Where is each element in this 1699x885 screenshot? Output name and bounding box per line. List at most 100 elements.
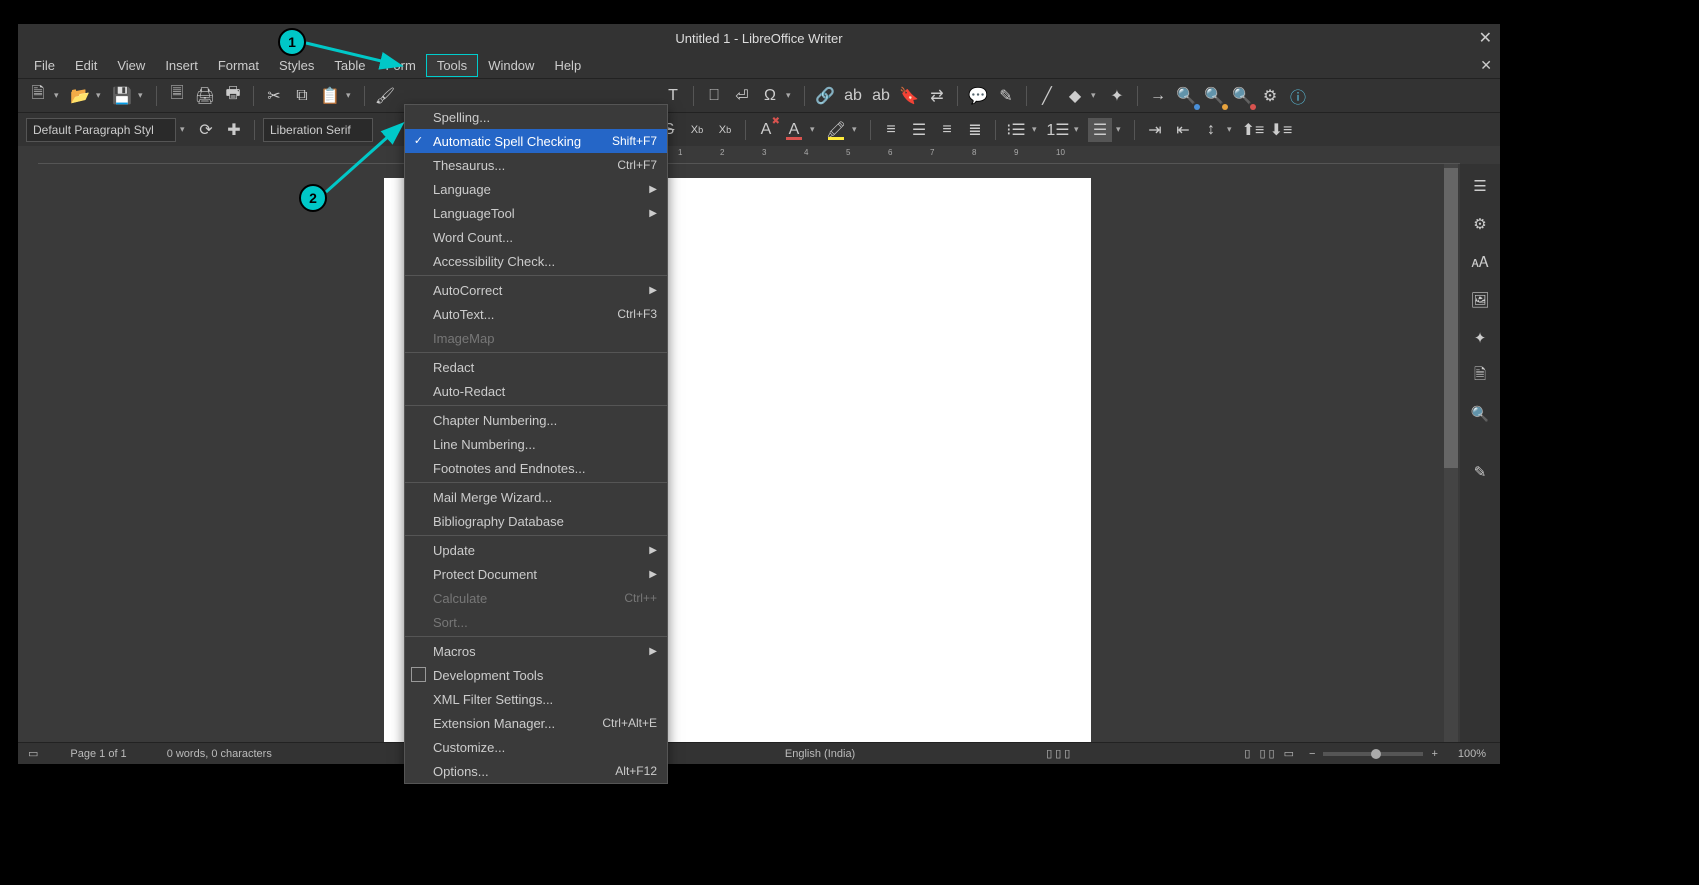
menu-item-auto-redact[interactable]: Auto-Redact: [405, 379, 667, 403]
menu-file[interactable]: File: [24, 55, 65, 76]
draw-icon[interactable]: ✦: [1105, 84, 1129, 108]
nav2-icon[interactable]: 🔍: [1202, 84, 1226, 108]
sidebar-inspector-icon[interactable]: 🔍: [1468, 402, 1492, 426]
font-name-combo[interactable]: Liberation Serif: [263, 118, 373, 142]
section-icon[interactable]: ⎕: [702, 84, 726, 108]
paragraph-style-combo[interactable]: Default Paragraph Styl: [26, 118, 176, 142]
sidebar-menu-icon[interactable]: ☰: [1468, 174, 1492, 198]
footnote-icon[interactable]: ab: [841, 84, 865, 108]
align-center-icon[interactable]: ☰: [907, 118, 931, 142]
menu-item-language[interactable]: Language▶: [405, 177, 667, 201]
status-zoom[interactable]: 100%: [1438, 748, 1490, 760]
menu-item-redact[interactable]: Redact: [405, 355, 667, 379]
highlight-dropdown[interactable]: ▾: [852, 124, 862, 135]
menu-item-autotext[interactable]: AutoText...Ctrl+F3: [405, 302, 667, 326]
menu-edit[interactable]: Edit: [65, 55, 107, 76]
style-dropdown[interactable]: ▾: [180, 124, 190, 135]
sidebar-styles-icon[interactable]: 🗚: [1468, 250, 1492, 274]
bullet-dropdown[interactable]: ▾: [1032, 124, 1042, 135]
scroll-thumb[interactable]: [1444, 168, 1458, 468]
menu-item-line-numbering[interactable]: Line Numbering...: [405, 432, 667, 456]
menu-item-chapter-numbering[interactable]: Chapter Numbering...: [405, 408, 667, 432]
track-changes-icon[interactable]: ✎: [994, 84, 1018, 108]
outline-dropdown[interactable]: ▾: [1116, 124, 1126, 135]
shapes-dropdown[interactable]: ▾: [1091, 90, 1101, 101]
menu-item-automatic-spell-checking[interactable]: ✓Automatic Spell CheckingShift+F7: [405, 129, 667, 153]
endnote-icon[interactable]: ab: [869, 84, 893, 108]
menu-item-bibliography-database[interactable]: Bibliography Database: [405, 509, 667, 533]
align-justify-icon[interactable]: ≣: [963, 118, 987, 142]
menu-item-spelling[interactable]: Spelling...: [405, 105, 667, 129]
line-spacing-icon[interactable]: ↕: [1199, 118, 1223, 142]
vertical-scrollbar[interactable]: [1444, 164, 1458, 742]
new-dropdown[interactable]: ▾: [54, 90, 64, 101]
menu-item-footnotes-and-endnotes[interactable]: Footnotes and Endnotes...: [405, 456, 667, 480]
status-wordcount[interactable]: 0 words, 0 characters: [147, 748, 292, 760]
omega-dropdown[interactable]: ▾: [786, 90, 796, 101]
shapes-icon[interactable]: ◆: [1063, 84, 1087, 108]
menu-item-development-tools[interactable]: Development Tools: [405, 663, 667, 687]
menu-item-options[interactable]: Options...Alt+F12: [405, 759, 667, 783]
menu-item-mail-merge-wizard[interactable]: Mail Merge Wizard...: [405, 485, 667, 509]
paste-dropdown[interactable]: ▾: [346, 90, 356, 101]
nav1-icon[interactable]: 🔍: [1174, 84, 1198, 108]
doc-close-icon[interactable]: ✕: [1480, 57, 1492, 74]
status-indicator-icon[interactable]: ▭: [28, 747, 38, 760]
wizard-icon[interactable]: →: [1146, 84, 1170, 108]
menu-item-accessibility-check[interactable]: Accessibility Check...: [405, 249, 667, 273]
number-dropdown[interactable]: ▾: [1074, 124, 1084, 135]
settings-icon[interactable]: ⚙: [1258, 84, 1282, 108]
menu-item-thesaurus[interactable]: Thesaurus...Ctrl+F7: [405, 153, 667, 177]
menu-item-autocorrect[interactable]: AutoCorrect▶: [405, 278, 667, 302]
document-area[interactable]: [38, 164, 1440, 742]
comment-icon[interactable]: 💬: [966, 84, 990, 108]
status-page[interactable]: Page 1 of 1: [50, 748, 146, 760]
align-right-icon[interactable]: ≡: [935, 118, 959, 142]
zoom-out-icon[interactable]: −: [1309, 748, 1315, 760]
sidebar-manage-icon[interactable]: ✎: [1468, 460, 1492, 484]
menu-item-extension-manager[interactable]: Extension Manager...Ctrl+Alt+E: [405, 711, 667, 735]
font-color-dropdown[interactable]: ▾: [810, 124, 820, 135]
status-language[interactable]: English (India): [765, 748, 875, 760]
superscript-icon[interactable]: Xb: [685, 118, 709, 142]
new-style-icon[interactable]: ✚: [222, 118, 246, 142]
menu-view[interactable]: View: [107, 55, 155, 76]
line-icon[interactable]: ╱: [1035, 84, 1059, 108]
menu-item-customize[interactable]: Customize...: [405, 735, 667, 759]
decrease-indent-icon[interactable]: ⇤: [1171, 118, 1195, 142]
spacing-dropdown[interactable]: ▾: [1227, 124, 1237, 135]
clear-format-icon[interactable]: A✖: [754, 118, 778, 142]
sidebar-properties-icon[interactable]: ⚙: [1468, 212, 1492, 236]
paste-icon[interactable]: 📋: [318, 84, 342, 108]
para-spacing-inc-icon[interactable]: ⬆≡: [1241, 118, 1265, 142]
bullet-list-icon[interactable]: ⁝☰: [1004, 118, 1028, 142]
hyperlink-icon[interactable]: 🔗: [813, 84, 837, 108]
zoom-thumb[interactable]: [1371, 749, 1381, 759]
highlight-icon[interactable]: 🖍: [824, 118, 848, 142]
clone-format-icon[interactable]: 🖌: [373, 84, 397, 108]
zoom-slider[interactable]: [1323, 752, 1423, 756]
menu-item-xml-filter-settings[interactable]: XML Filter Settings...: [405, 687, 667, 711]
menu-item-macros[interactable]: Macros▶: [405, 639, 667, 663]
close-icon[interactable]: ✕: [1479, 28, 1492, 48]
para-spacing-dec-icon[interactable]: ⬇≡: [1269, 118, 1293, 142]
sidebar-page-icon[interactable]: 🗎: [1468, 364, 1492, 388]
sidebar-navigator-icon[interactable]: ✦: [1468, 326, 1492, 350]
copy-icon[interactable]: ⧉: [290, 84, 314, 108]
menu-tools[interactable]: Tools: [426, 54, 478, 77]
special-char-icon[interactable]: Ω: [758, 84, 782, 108]
outline-icon[interactable]: ☰: [1088, 118, 1112, 142]
print-icon[interactable]: 🖨: [193, 84, 217, 108]
align-left-icon[interactable]: ≡: [879, 118, 903, 142]
number-list-icon[interactable]: 1☰: [1046, 118, 1070, 142]
menu-item-word-count[interactable]: Word Count...: [405, 225, 667, 249]
horizontal-ruler[interactable]: 12345678910: [38, 146, 1460, 164]
menu-help[interactable]: Help: [544, 55, 591, 76]
menu-table[interactable]: Table: [324, 55, 375, 76]
status-view-icons[interactable]: ▯▯▯: [1046, 747, 1073, 760]
update-style-icon[interactable]: ⟳: [194, 118, 218, 142]
menu-form[interactable]: Form: [375, 55, 425, 76]
info-icon[interactable]: ⓘ: [1286, 84, 1310, 108]
save-icon[interactable]: 💾: [110, 84, 134, 108]
menu-insert[interactable]: Insert: [155, 55, 208, 76]
